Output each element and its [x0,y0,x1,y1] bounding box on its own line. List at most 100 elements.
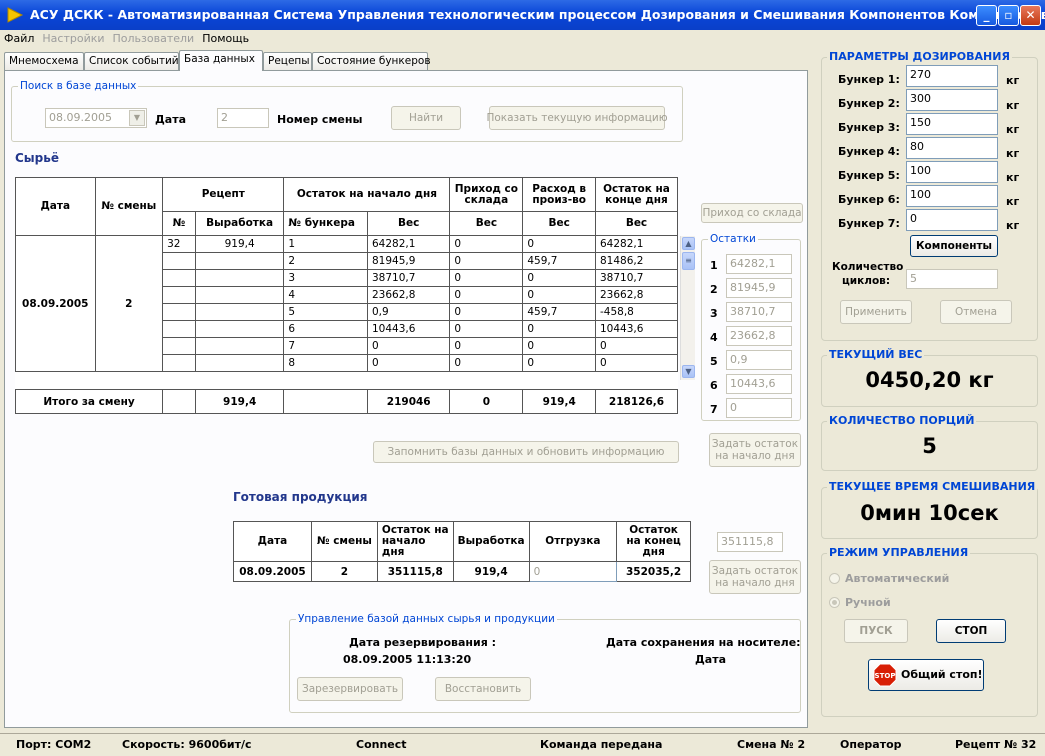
cell-income: 0 [449,320,524,338]
cell-use: 0 [522,269,596,287]
total-row: Итого за смену 919,4 219046 0 919,4 2181… [14,389,678,414]
remain-input-6[interactable]: 10443,6 [726,374,792,394]
remain-input-7[interactable]: 0 [726,398,792,418]
current-weight-value: 0450,20 кг [865,368,994,392]
remain-num: 5 [710,355,718,368]
tab-recipes[interactable]: Рецепы [263,52,312,70]
unit-label: кг [1006,219,1020,232]
search-date-picker[interactable]: 08.09.2005 ▼ [45,108,147,128]
reserve-button[interactable]: Зарезервировать [297,677,403,701]
product-remain-input[interactable]: 351115,8 [717,532,783,552]
cell-use: 0 [522,337,596,355]
scroll-down-icon[interactable]: ▼ [682,365,695,378]
total-label: Итого за смену [14,389,164,414]
tab-events[interactable]: Список событий [84,52,179,70]
manual-label: Ручной [845,596,891,609]
bunker-2-input[interactable]: 300 [906,89,998,111]
restore-button[interactable]: Восстановить [435,677,531,701]
bunker-1-input[interactable]: 270 [906,65,998,87]
cell-weight: 0 [366,354,451,372]
bunker-5-input[interactable]: 100 [906,161,998,183]
tab-bunkers-state[interactable]: Состояние бункеров [312,52,431,70]
col-prod-date: Дата [233,521,312,562]
database-panel: Поиск в базе данных 08.09.2005 ▼ Дата 2 Н… [4,70,808,728]
raw-table-scrollbar[interactable]: ▲ ≡ ▼ [680,236,695,380]
mix-time-title: ТЕКУЩЕЕ ВРЕМЯ СМЕШИВАНИЯ [827,480,1038,493]
tab-mnemonic[interactable]: Мнемосхема [4,52,84,70]
start-button[interactable]: ПУСК [844,619,908,643]
menu-help[interactable]: Помощь [202,32,249,45]
bunker-label: Бункер 4: [838,145,900,158]
cell-use: 0 [522,354,596,372]
menu-users[interactable]: Пользователи [113,32,195,45]
shift-number-input[interactable]: 2 [217,108,269,128]
scroll-thumb[interactable]: ≡ [682,252,695,270]
cycles-label-2: циклов: [842,275,891,287]
total-use: 919,4 [522,389,596,414]
col-prod-start: Остаток на начало дня [376,521,454,562]
scroll-up-icon[interactable]: ▲ [682,237,695,250]
bunker-4-input[interactable]: 80 [906,137,998,159]
cell-income: 0 [449,252,524,270]
set-product-remain-button[interactable]: Задать остаток на начало дня [709,560,801,594]
remain-input-1[interactable]: 64282,1 [726,254,792,274]
window-title: АСУ ДСКК - Автоматизированная Система Уп… [30,7,1045,22]
bunker-7-input[interactable]: 0 [906,209,998,231]
stop-button[interactable]: СТОП [936,619,1006,643]
apply-button[interactable]: Применить [840,300,912,324]
status-bar: Порт: COM2 Скорость: 9600бит/с Connect К… [0,733,1045,756]
remain-num: 6 [710,379,718,392]
save-db-button[interactable]: Запомнить базы данных и обновить информа… [373,441,679,463]
remains-label: Остатки [708,233,758,245]
menu-settings[interactable]: Настройки [42,32,104,45]
cycles-input[interactable]: 5 [906,269,998,289]
col-prod-end: Остаток на конец дня [616,521,691,562]
remain-input-3[interactable]: 38710,7 [726,302,792,322]
bunker-3-input[interactable]: 150 [906,113,998,135]
cell-income: 0 [449,354,524,372]
total-weight: 219046 [366,389,451,414]
save-date-label: Дата сохранения на носителе: [606,636,801,649]
set-start-remain-button[interactable]: Задать остаток на начало дня [709,433,801,467]
col-recipe-no: № [162,211,196,236]
shipment-input[interactable]: 0 [528,561,618,582]
cancel-button[interactable]: Отмена [940,300,1012,324]
income-from-warehouse-button[interactable]: Приход со склада [701,203,803,223]
manual-radio[interactable] [829,597,840,608]
minimize-button[interactable]: _ [976,5,997,26]
table-row[interactable]: 08.09.2005 2 32 919,4 1 64282,1 0 0 64282,1 [15,235,678,372]
menu-file[interactable]: Файл [4,32,34,45]
prod-end: 352035,2 [616,561,691,582]
col-bunker: № бункера [283,211,368,236]
components-button[interactable]: Компоненты [910,235,998,257]
show-current-button[interactable]: Показать текущую информацию [486,106,668,130]
table-row: 08.09.2005 2 351115,8 919,4 0 352035,2 [233,561,691,582]
unit-label: кг [1006,74,1020,87]
remain-input-5[interactable]: 0,9 [726,350,792,370]
cell-use: 0 [522,320,596,338]
remain-num: 1 [710,259,718,272]
unit-label: кг [1006,99,1020,112]
portions-value: 5 [922,434,937,458]
bunker-label: Бункер 6: [838,193,900,206]
cycles-label: Количество [832,261,904,273]
auto-radio[interactable] [829,573,840,584]
bunker-6-input[interactable]: 100 [906,185,998,207]
cell-bunker: 5 [283,303,368,321]
bunker-label: Бункер 7: [838,217,900,230]
cell-weight: 64282,1 [366,235,451,253]
tab-database[interactable]: База данных [179,50,263,71]
find-button[interactable]: Найти [391,106,461,130]
cell-income: 0 [449,286,524,304]
maximize-button[interactable]: ▫ [998,5,1019,26]
emergency-stop-button[interactable]: STOP Общий стоп! [868,659,984,691]
prod-out: 919,4 [452,561,530,582]
chevron-down-icon[interactable]: ▼ [129,110,145,126]
remain-input-2[interactable]: 81945,9 [726,278,792,298]
remain-input-4[interactable]: 23662,8 [726,326,792,346]
close-button[interactable]: ✕ [1020,5,1041,26]
cell-end: 10443,6 [595,320,678,338]
col-recipe: Рецепт [162,177,285,212]
status-connect: Connect [356,738,407,751]
dosing-params-title: ПАРАМЕТРЫ ДОЗИРОВАНИЯ [827,50,1012,63]
